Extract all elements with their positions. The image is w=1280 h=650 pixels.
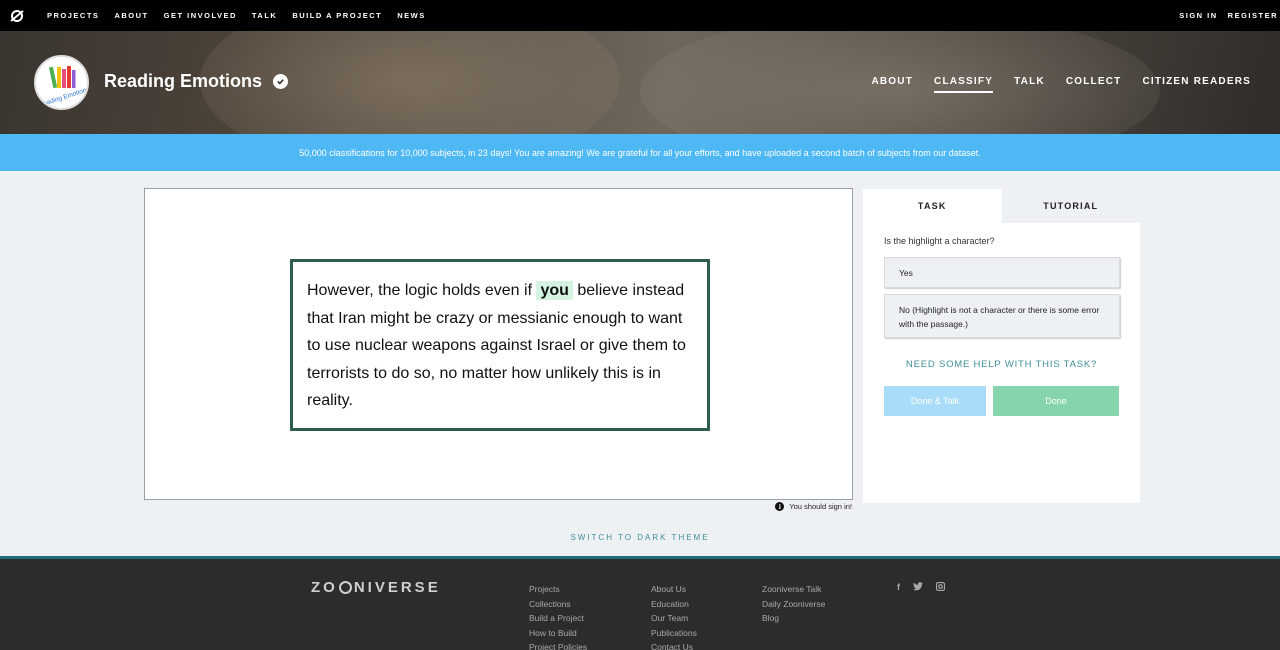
- project-avatar[interactable]: Reading Emotions: [34, 55, 89, 110]
- project-nav-classify[interactable]: CLASSIFY: [934, 76, 994, 93]
- answer-yes-button[interactable]: Yes: [884, 257, 1120, 288]
- footer-column-about: About Us Education Our Team Publications…: [651, 582, 697, 650]
- footer-link-publications[interactable]: Publications: [651, 626, 697, 641]
- task-tabs: TASK TUTORIAL: [863, 189, 1140, 223]
- instagram-icon[interactable]: [935, 581, 946, 593]
- nav-news[interactable]: NEWS: [397, 11, 426, 20]
- site-top-bar: PROJECTS ABOUT GET INVOLVED TALK BUILD A…: [0, 0, 1280, 31]
- project-nav-talk[interactable]: TALK: [1014, 76, 1045, 93]
- tab-task[interactable]: TASK: [863, 189, 1002, 223]
- footer-link-projects[interactable]: Projects: [529, 582, 587, 597]
- zooniverse-brand-logo[interactable]: ZO NIVERSE: [311, 579, 441, 596]
- nav-about[interactable]: ABOUT: [114, 11, 148, 20]
- project-title-text: Reading Emotions: [104, 71, 263, 91]
- nav-projects[interactable]: PROJECTS: [47, 11, 99, 20]
- highlighted-word: you: [536, 281, 573, 300]
- register-link[interactable]: REGISTER: [1228, 11, 1278, 20]
- footer-link-about-us[interactable]: About Us: [651, 582, 697, 597]
- announcement-text: 50,000 classifications for 10,000 subjec…: [299, 147, 981, 158]
- subject-viewer: However, the logic holds even if you bel…: [144, 188, 853, 500]
- footer-link-zooniverse-talk[interactable]: Zooniverse Talk: [762, 582, 825, 597]
- passage-text-before: However, the logic holds even if: [307, 282, 537, 299]
- info-icon: i: [775, 502, 785, 511]
- footer-link-education[interactable]: Education: [651, 597, 697, 612]
- project-nav-collect[interactable]: COLLECT: [1066, 76, 1122, 93]
- site-footer: ZO NIVERSE Projects Collections Build a P…: [0, 556, 1280, 650]
- task-actions: Done & Talk Done: [884, 386, 1140, 416]
- sign-in-link[interactable]: SIGN IN: [1179, 11, 1217, 20]
- logo-text: Reading Emotions: [38, 86, 89, 109]
- nav-talk[interactable]: TALK: [252, 11, 277, 20]
- brand-o-icon: [338, 581, 352, 594]
- project-header: Reading Emotions Reading Emotions ABOUT …: [0, 31, 1280, 134]
- footer-link-contact-us[interactable]: Contact Us: [651, 640, 697, 650]
- footer-link-how-to-build[interactable]: How to Build: [529, 626, 587, 641]
- zooniverse-logo-icon[interactable]: [2, 9, 32, 23]
- announcement-banner: 50,000 classifications for 10,000 subjec…: [0, 134, 1280, 171]
- footer-link-blog[interactable]: Blog: [762, 611, 825, 626]
- footer-link-collections[interactable]: Collections: [529, 597, 587, 612]
- project-nav-citizen-readers[interactable]: CITIZEN READERS: [1142, 76, 1251, 93]
- project-nav: ABOUT CLASSIFY TALK COLLECT CITIZEN READ…: [850, 76, 1251, 93]
- nav-build-a-project[interactable]: BUILD A PROJECT: [292, 11, 382, 20]
- footer-column-talk: Zooniverse Talk Daily Zooniverse Blog: [762, 582, 825, 626]
- footer-link-daily-zooniverse[interactable]: Daily Zooniverse: [762, 597, 825, 612]
- done-button[interactable]: Done: [993, 386, 1119, 416]
- facebook-icon[interactable]: f: [897, 582, 900, 593]
- twitter-icon[interactable]: [913, 582, 923, 593]
- footer-link-our-team[interactable]: Our Team: [651, 611, 697, 626]
- footer-link-project-policies[interactable]: Project Policies: [529, 640, 587, 650]
- passage-text-after: believe instead that Iran might be crazy…: [307, 282, 686, 409]
- project-nav-about[interactable]: ABOUT: [871, 76, 913, 93]
- brand-text-right: NIVERSE: [353, 579, 441, 596]
- footer-column-projects: Projects Collections Build a Project How…: [529, 582, 587, 650]
- verified-check-icon: [273, 74, 289, 89]
- sign-in-notice-text: You should sign in!: [789, 502, 852, 511]
- social-links: f: [897, 581, 958, 593]
- done-and-talk-button[interactable]: Done & Talk: [884, 386, 986, 416]
- task-question: Is the highlight a character?: [884, 236, 995, 246]
- answer-no-button[interactable]: No (Highlight is not a character or ther…: [884, 294, 1120, 338]
- nav-get-involved[interactable]: GET INVOLVED: [164, 11, 237, 20]
- task-panel: TASK TUTORIAL Is the highlight a charact…: [863, 189, 1140, 503]
- switch-theme-button[interactable]: SWITCH TO DARK THEME: [0, 533, 1280, 542]
- tab-tutorial[interactable]: TUTORIAL: [1001, 189, 1140, 223]
- sign-in-notice: i You should sign in!: [775, 502, 852, 511]
- task-help-link[interactable]: NEED SOME HELP WITH THIS TASK?: [863, 359, 1140, 370]
- brand-text-left: ZO: [311, 579, 338, 596]
- subject-passage: However, the logic holds even if you bel…: [290, 259, 710, 431]
- project-title[interactable]: Reading Emotions: [104, 71, 289, 92]
- footer-link-build-a-project[interactable]: Build a Project: [529, 611, 587, 626]
